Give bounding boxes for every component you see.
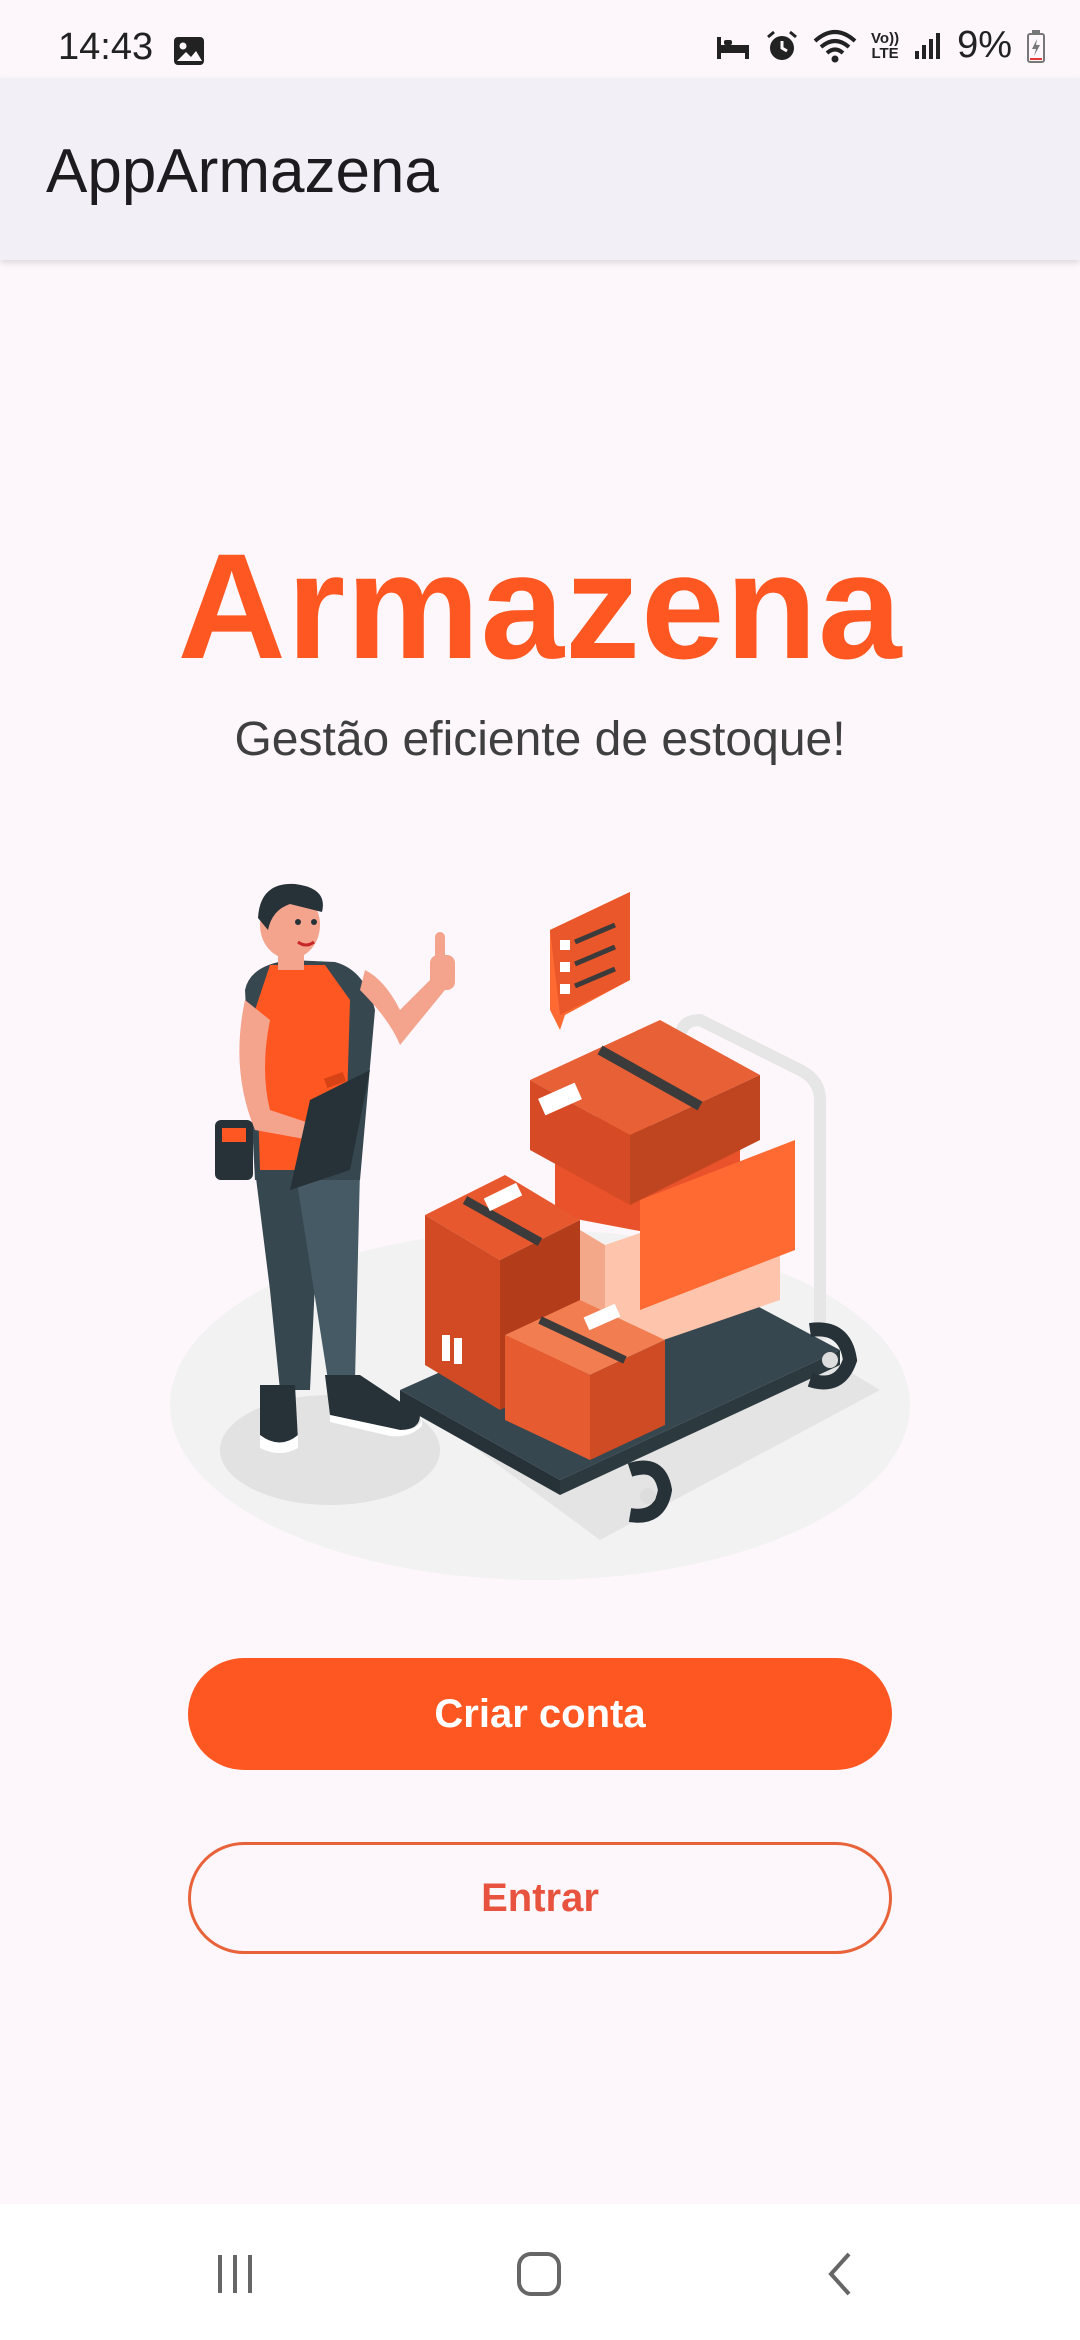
recent-apps-icon[interactable]: [200, 2244, 270, 2304]
back-icon[interactable]: [806, 2244, 876, 2304]
battery-percent: 9%: [957, 24, 1012, 66]
volte-label-top: Vo)): [871, 29, 900, 47]
system-navigation-bar: [0, 2204, 1080, 2340]
battery-icon: [1026, 29, 1046, 63]
volte-label-bottom: LTE: [871, 44, 899, 62]
alarm-icon: [765, 29, 799, 63]
wifi-icon: [813, 29, 857, 63]
status-bar: 14:43 Vo)) LTE 9%: [0, 0, 1080, 76]
status-time: 14:43: [58, 26, 154, 68]
status-icons: Vo)) LTE 9%: [715, 24, 1046, 67]
sleep-icon: [715, 31, 751, 61]
sign-in-button[interactable]: Entrar: [188, 1842, 892, 1954]
create-account-button[interactable]: Criar conta: [188, 1658, 892, 1770]
warehouse-illustration: [160, 870, 920, 1600]
brand-subtitle: Gestão eficiente de estoque!: [234, 713, 846, 766]
volte-icon: Vo)) LTE: [871, 31, 899, 61]
app-title: AppArmazena: [46, 137, 439, 206]
app-bar: AppArmazena: [0, 78, 1080, 260]
signal-icon: [913, 31, 943, 61]
home-icon[interactable]: [504, 2244, 574, 2304]
gallery-icon: [172, 34, 206, 68]
brand-title: Armazena: [177, 522, 903, 690]
